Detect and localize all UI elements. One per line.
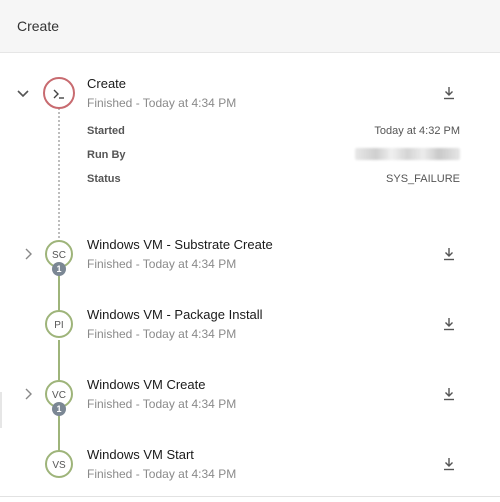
step-connector xyxy=(58,272,60,312)
download-button[interactable] xyxy=(443,457,455,471)
step-title: Windows VM Create xyxy=(87,377,206,392)
started-label: Started xyxy=(87,125,125,137)
step-badge: 1 xyxy=(52,262,66,276)
started-value: Today at 4:32 PM xyxy=(374,125,460,137)
terminal-icon xyxy=(53,89,64,99)
step-badge: 1 xyxy=(52,402,66,416)
step-connector xyxy=(58,412,60,452)
step-title: Windows VM - Package Install xyxy=(87,307,263,322)
step-subtitle: Finished - Today at 4:34 PM xyxy=(87,327,237,341)
step-connector xyxy=(58,340,60,380)
download-button[interactable] xyxy=(443,247,455,261)
step-node-create[interactable] xyxy=(43,77,75,109)
step-title: Windows VM Start xyxy=(87,447,194,462)
bottom-divider xyxy=(0,496,500,497)
chevron-right-icon xyxy=(25,248,32,260)
step-subtitle: Finished - Today at 4:34 PM xyxy=(87,96,237,110)
expand-toggle-vm-create[interactable] xyxy=(20,386,36,402)
step-node-package-install[interactable]: PI xyxy=(45,310,73,338)
step-title: Create xyxy=(87,76,127,91)
download-icon xyxy=(444,87,454,100)
download-icon xyxy=(444,248,454,261)
step-subtitle: Finished - Today at 4:34 PM xyxy=(87,397,237,411)
status-label: Status xyxy=(87,173,121,185)
page-header: Create xyxy=(0,0,500,53)
download-icon xyxy=(444,458,454,471)
status-value: SYS_FAILURE xyxy=(386,173,460,185)
step-subtitle: Finished - Today at 4:34 PM xyxy=(87,257,237,271)
runlog-panel xyxy=(0,53,500,502)
step-node-vm-start[interactable]: VS xyxy=(45,450,73,478)
download-button[interactable] xyxy=(443,317,455,331)
chevron-down-icon xyxy=(17,90,29,98)
panel-edge-marker xyxy=(0,392,2,428)
page-title: Create xyxy=(17,18,60,34)
download-button[interactable] xyxy=(443,387,455,401)
step-subtitle: Finished - Today at 4:34 PM xyxy=(87,467,237,481)
download-icon xyxy=(444,318,454,331)
expand-toggle-substrate-create[interactable] xyxy=(20,246,36,262)
step-title: Windows VM - Substrate Create xyxy=(87,237,273,252)
download-button[interactable] xyxy=(443,86,455,100)
expand-toggle-create[interactable] xyxy=(15,85,31,101)
chevron-right-icon xyxy=(25,388,32,400)
run-by-label: Run By xyxy=(87,149,126,161)
main-connector xyxy=(58,108,60,238)
download-icon xyxy=(444,388,454,401)
run-by-value-redacted xyxy=(355,148,460,160)
